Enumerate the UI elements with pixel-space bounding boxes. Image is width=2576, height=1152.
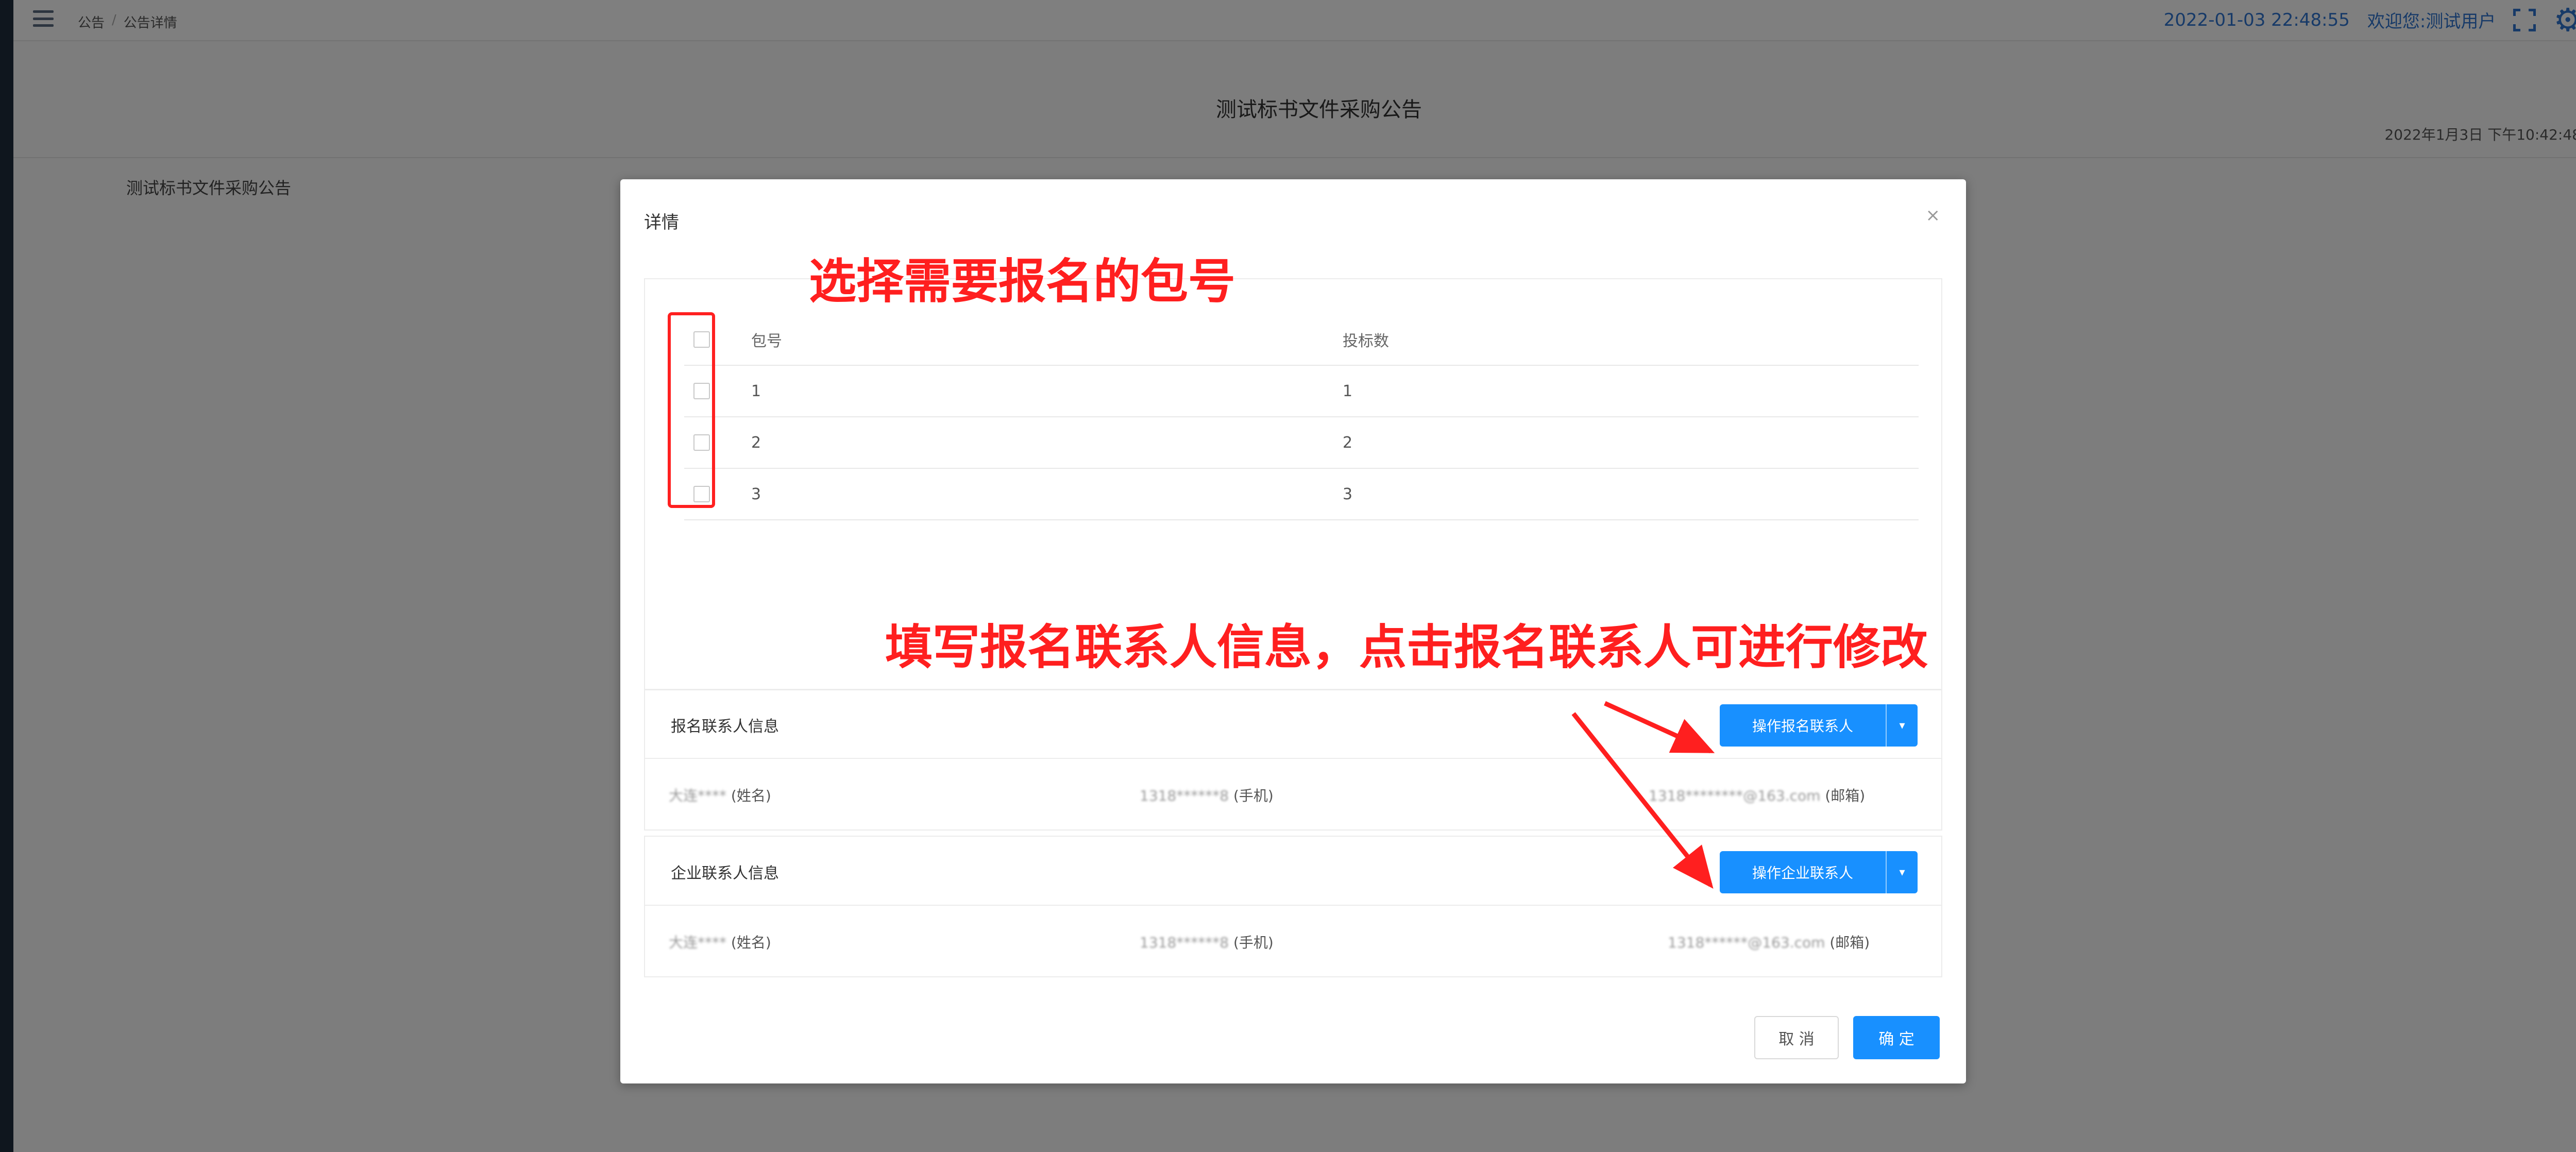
arrow-to-signup-contact bbox=[1604, 701, 1715, 754]
annotation-arrows bbox=[1571, 701, 1715, 889]
arrow-to-company-contact bbox=[1571, 712, 1714, 889]
